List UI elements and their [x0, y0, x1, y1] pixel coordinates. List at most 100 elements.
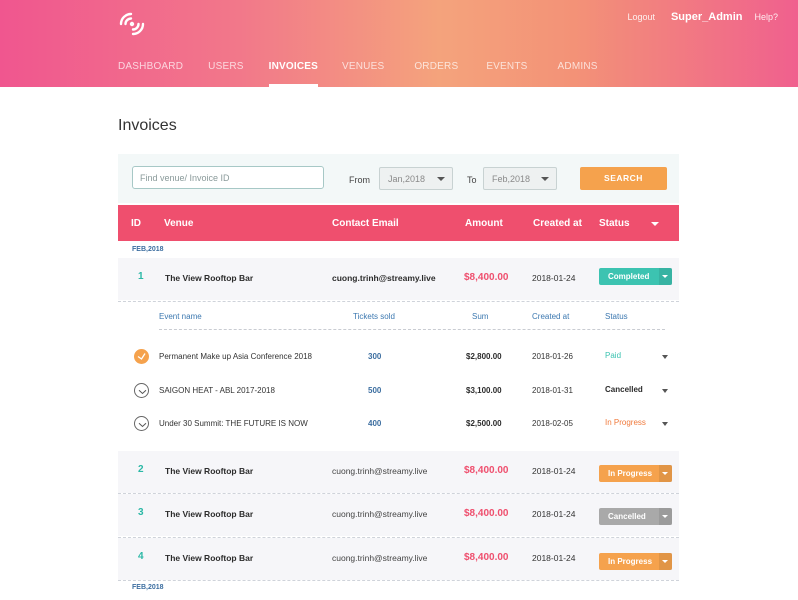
- created-date: 2018-01-24: [532, 466, 576, 476]
- check-circle-icon[interactable]: [134, 349, 149, 364]
- chevron-down-icon: [437, 177, 445, 181]
- status-label: In Progress: [608, 557, 653, 566]
- event-sum: $2,500.00: [466, 419, 502, 428]
- event-name: Under 30 Summit: THE FUTURE IS NOW: [159, 419, 308, 428]
- app-header: Logout Super_Admin Help? DASHBOARD USERS…: [0, 0, 798, 87]
- detail-column-event-name: Event name: [159, 312, 202, 321]
- table-row[interactable]: 2 The View Rooftop Bar cuong.trinh@strea…: [118, 451, 679, 493]
- from-date-select[interactable]: Jan,2018: [379, 167, 453, 190]
- chevron-down-icon: [659, 268, 672, 285]
- status-dropdown[interactable]: In Progress: [599, 553, 672, 570]
- invoice-id: 2: [138, 464, 144, 475]
- invoice-id: 3: [138, 507, 144, 518]
- event-status: Paid: [605, 351, 622, 360]
- chevron-down-icon[interactable]: [651, 222, 659, 226]
- nav-users[interactable]: USERS: [208, 61, 243, 87]
- table-row[interactable]: 3 The View Rooftop Bar cuong.trinh@strea…: [118, 494, 679, 536]
- detail-column-sum: Sum: [472, 312, 489, 321]
- chevron-down-icon: [659, 465, 672, 482]
- chevron-down-icon[interactable]: [662, 355, 668, 359]
- invoice-id: 4: [138, 551, 144, 562]
- chevron-down-icon: [659, 553, 672, 570]
- nav-orders[interactable]: ORDERS: [414, 61, 458, 87]
- venue-name: The View Rooftop Bar: [165, 553, 254, 563]
- chevron-down-icon[interactable]: [662, 389, 668, 393]
- status-dropdown[interactable]: In Progress: [599, 465, 672, 482]
- nav-events[interactable]: EVENTS: [486, 61, 527, 87]
- event-created-date: 2018-01-31: [532, 386, 573, 395]
- status-label: In Progress: [608, 469, 653, 478]
- event-row: Under 30 Summit: THE FUTURE IS NOW 400 $…: [118, 416, 679, 434]
- streamy-logo-icon[interactable]: [117, 10, 147, 38]
- tickets-sold: 500: [368, 386, 382, 395]
- table-row[interactable]: 1 The View Rooftop Bar cuong.trinh@strea…: [118, 258, 679, 300]
- main-nav: DASHBOARD USERS INVOICES VENUES ORDERS E…: [118, 61, 598, 87]
- check-circle-icon[interactable]: [134, 416, 149, 431]
- status-dropdown[interactable]: Completed: [599, 268, 672, 285]
- event-created-date: 2018-01-26: [532, 352, 573, 361]
- chevron-down-icon: [541, 177, 549, 181]
- month-section-label: FEB,2018: [132, 246, 164, 253]
- created-date: 2018-01-24: [532, 509, 576, 519]
- tickets-sold: 300: [368, 352, 382, 361]
- column-amount: Amount: [465, 218, 503, 229]
- filter-bar: Find venue/ Invoice ID From Jan,2018 To …: [118, 154, 679, 203]
- detail-column-tickets-sold: Tickets sold: [353, 312, 395, 321]
- invoice-amount: $8,400.00: [464, 272, 509, 283]
- contact-email: cuong.trinh@streamy.live: [332, 466, 428, 476]
- event-status: Cancelled: [605, 385, 643, 394]
- nav-invoices[interactable]: INVOICES: [268, 61, 319, 87]
- contact-email: cuong.trinh@streamy.live: [332, 273, 436, 283]
- invoice-amount: $8,400.00: [464, 552, 509, 563]
- search-input[interactable]: Find venue/ Invoice ID: [132, 166, 324, 189]
- venue-name: The View Rooftop Bar: [165, 466, 254, 476]
- event-created-date: 2018-02-05: [532, 419, 573, 428]
- divider: [118, 580, 679, 581]
- check-circle-icon[interactable]: [134, 383, 149, 398]
- event-sum: $3,100.00: [466, 386, 502, 395]
- chevron-down-icon: [659, 508, 672, 525]
- column-created-at: Created at: [533, 218, 582, 229]
- divider: [159, 329, 665, 330]
- invoice-table-header: ID Venue Contact Email Amount Created at…: [118, 205, 679, 241]
- status-label: Completed: [608, 272, 650, 281]
- event-sum: $2,800.00: [466, 352, 502, 361]
- divider: [118, 301, 679, 302]
- contact-email: cuong.trinh@streamy.live: [332, 509, 428, 519]
- event-name: Permanent Make up Asia Conference 2018: [159, 352, 312, 361]
- column-venue: Venue: [164, 218, 194, 229]
- event-status: In Progress: [605, 418, 646, 427]
- nav-venues[interactable]: VENUES: [342, 61, 384, 87]
- venue-name: The View Rooftop Bar: [165, 273, 254, 283]
- to-date-select[interactable]: Feb,2018: [483, 167, 557, 190]
- current-user-name[interactable]: Super_Admin: [671, 11, 743, 23]
- nav-admins[interactable]: ADMINS: [558, 61, 598, 87]
- column-status: Status: [599, 218, 630, 229]
- to-date-value: Feb,2018: [492, 174, 531, 184]
- tickets-sold: 400: [368, 419, 382, 428]
- account-links: Logout Super_Admin Help?: [627, 11, 778, 23]
- status-dropdown[interactable]: Cancelled: [599, 508, 672, 525]
- event-row: Permanent Make up Asia Conference 2018 3…: [118, 349, 679, 367]
- chevron-down-icon[interactable]: [662, 422, 668, 426]
- nav-dashboard[interactable]: DASHBOARD: [118, 61, 183, 87]
- detail-column-created-at: Created at: [532, 312, 570, 321]
- contact-email: cuong.trinh@streamy.live: [332, 553, 428, 563]
- to-label: To: [467, 175, 477, 185]
- column-contact-email: Contact Email: [332, 218, 399, 229]
- created-date: 2018-01-24: [532, 553, 576, 563]
- from-label: From: [349, 175, 370, 185]
- invoice-amount: $8,400.00: [464, 508, 509, 519]
- page-title: Invoices: [118, 117, 177, 134]
- column-id: ID: [131, 218, 141, 229]
- detail-column-status: Status: [605, 312, 628, 321]
- invoice-amount: $8,400.00: [464, 465, 509, 476]
- search-button[interactable]: SEARCH: [580, 167, 667, 190]
- table-row[interactable]: 4 The View Rooftop Bar cuong.trinh@strea…: [118, 538, 679, 580]
- from-date-value: Jan,2018: [388, 174, 426, 184]
- logout-link[interactable]: Logout: [627, 12, 655, 22]
- help-link[interactable]: Help?: [754, 12, 778, 22]
- month-section-label: FEB,2018: [132, 584, 164, 591]
- event-row: SAIGON HEAT - ABL 2017-2018 500 $3,100.0…: [118, 383, 679, 401]
- created-date: 2018-01-24: [532, 273, 576, 283]
